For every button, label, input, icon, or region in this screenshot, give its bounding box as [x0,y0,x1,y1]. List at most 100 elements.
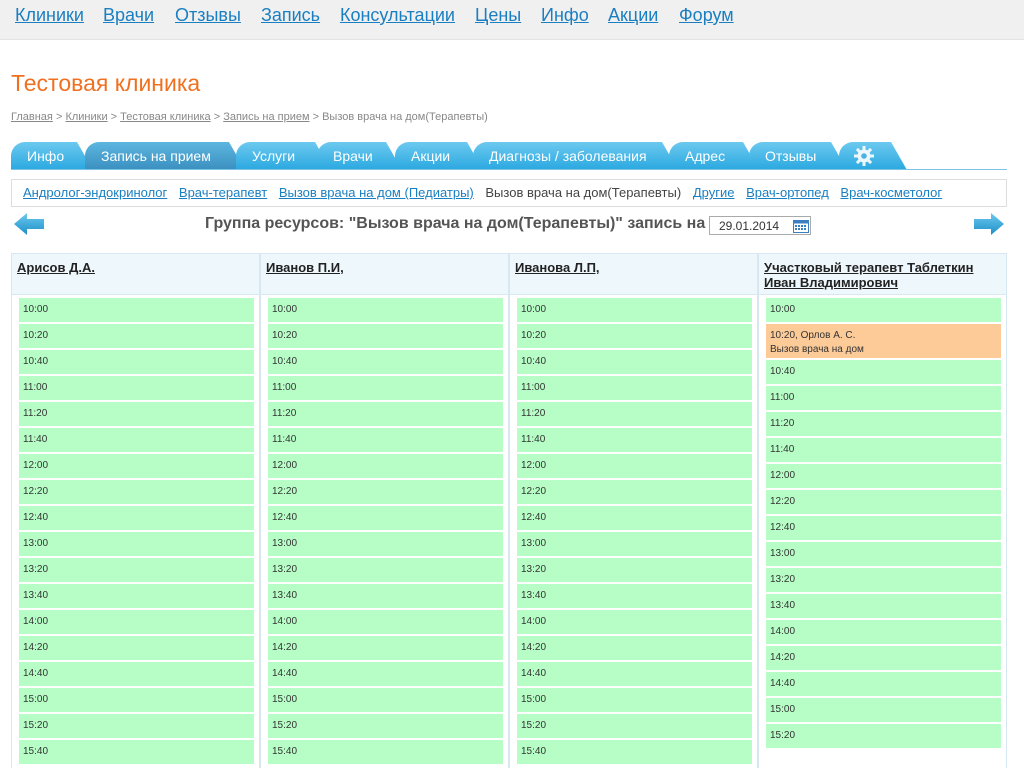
time-slot[interactable]: 14:40 [517,662,752,686]
time-slot[interactable]: 12:00 [517,454,752,478]
time-slot[interactable]: 12:40 [517,506,752,530]
time-slot[interactable]: 14:40 [766,672,1001,696]
nav-link-forum[interactable]: Форум [679,5,734,26]
time-slot[interactable]: 14:40 [268,662,503,686]
subnav-link-other[interactable]: Другие [693,185,735,200]
time-slot[interactable]: 12:40 [19,506,254,530]
time-slot[interactable]: 11:20 [517,402,752,426]
time-slot[interactable]: 12:20 [19,480,254,504]
time-slot[interactable]: 15:00 [766,698,1001,722]
time-slot[interactable]: 15:20 [517,714,752,738]
breadcrumb-link-clinics[interactable]: Клиники [65,111,107,123]
time-slot[interactable]: 11:40 [766,438,1001,462]
time-slot[interactable]: 10:00 [19,298,254,322]
time-slot[interactable]: 13:00 [268,532,503,556]
time-slot[interactable]: 11:20 [766,412,1001,436]
time-slot[interactable]: 14:20 [766,646,1001,670]
time-slot[interactable]: 14:00 [766,620,1001,644]
time-slot[interactable]: 11:20 [268,402,503,426]
doctor-name-link[interactable]: Участковый терапевт Таблеткин Иван Влади… [764,260,974,290]
tab-services[interactable]: Услуги [236,142,331,170]
time-slot[interactable]: 10:20 [268,324,503,348]
time-slot[interactable]: 10:40 [268,350,503,374]
time-slot[interactable]: 11:40 [517,428,752,452]
time-slot[interactable]: 10:20 [19,324,254,348]
time-slot[interactable]: 10:00 [268,298,503,322]
time-slot[interactable]: 11:00 [19,376,254,400]
subnav-link-therapist[interactable]: Врач-терапевт [179,185,267,200]
tab-doctors[interactable]: Врачи [317,142,402,170]
breadcrumb-link-appointment[interactable]: Запись на прием [223,111,309,123]
time-slot[interactable]: 10:00 [517,298,752,322]
time-slot[interactable]: 13:40 [19,584,254,608]
tab-reviews[interactable]: Отзывы [749,142,847,170]
time-slot[interactable]: 12:20 [517,480,752,504]
time-slot[interactable]: 15:40 [19,740,254,764]
time-slot[interactable]: 13:40 [766,594,1001,618]
time-slot[interactable]: 14:00 [19,610,254,634]
subnav-link-orthopedist[interactable]: Врач-ортопед [746,185,829,200]
time-slot[interactable]: 12:20 [766,490,1001,514]
nav-link-prices[interactable]: Цены [475,5,521,26]
time-slot[interactable]: 13:20 [19,558,254,582]
time-slot[interactable]: 12:20 [268,480,503,504]
time-slot[interactable]: 13:20 [766,568,1001,592]
time-slot[interactable]: 13:00 [766,542,1001,566]
nav-link-doctors[interactable]: Врачи [103,5,154,26]
time-slot[interactable]: 12:00 [268,454,503,478]
time-slot[interactable]: 13:20 [517,558,752,582]
time-slot[interactable]: 14:20 [517,636,752,660]
previous-day-arrow-icon[interactable] [14,212,44,236]
time-slot[interactable]: 12:40 [766,516,1001,540]
time-slot[interactable]: 14:00 [517,610,752,634]
time-slot[interactable]: 14:20 [19,636,254,660]
time-slot[interactable]: 15:00 [19,688,254,712]
subnav-link-andrologist[interactable]: Андролог-эндокринолог [23,185,167,200]
time-slot[interactable]: 12:40 [268,506,503,530]
nav-link-consultations[interactable]: Консультации [340,5,455,26]
time-slot[interactable]: 11:40 [19,428,254,452]
time-slot[interactable]: 13:40 [268,584,503,608]
time-slot[interactable]: 14:00 [268,610,503,634]
doctor-name-link[interactable]: Арисов Д.А. [17,260,95,275]
tab-address[interactable]: Адрес [669,142,759,170]
time-slot[interactable]: 11:20 [19,402,254,426]
time-slot[interactable]: 13:00 [517,532,752,556]
tab-diagnoses[interactable]: Диагнозы / заболевания [473,142,678,170]
time-slot[interactable]: 15:20 [19,714,254,738]
calendar-icon[interactable] [793,219,809,233]
time-slot[interactable]: 13:40 [517,584,752,608]
time-slot[interactable]: 15:20 [268,714,503,738]
time-slot[interactable]: 11:00 [517,376,752,400]
time-slot[interactable]: 15:00 [268,688,503,712]
tab-promotions[interactable]: Акции [395,142,483,170]
breadcrumb-link-clinic[interactable]: Тестовая клиника [120,111,211,123]
time-slot[interactable]: 14:20 [268,636,503,660]
time-slot[interactable]: 15:00 [517,688,752,712]
time-slot[interactable]: 13:20 [268,558,503,582]
time-slot[interactable]: 12:00 [19,454,254,478]
subnav-link-home-visit-pediatrics[interactable]: Вызов врача на дом (Педиатры) [279,185,474,200]
nav-link-promotions[interactable]: Акции [608,5,658,26]
nav-link-clinics[interactable]: Клиники [15,5,84,26]
time-slot[interactable]: 10:20 [517,324,752,348]
time-slot[interactable]: 14:40 [19,662,254,686]
time-slot[interactable]: 10:40 [517,350,752,374]
time-slot[interactable]: 11:40 [268,428,503,452]
time-slot[interactable]: 15:40 [517,740,752,764]
time-slot[interactable]: 11:00 [268,376,503,400]
time-slot[interactable]: 15:40 [268,740,503,764]
time-slot[interactable]: 10:40 [19,350,254,374]
tab-settings[interactable] [839,142,907,170]
nav-link-info[interactable]: Инфо [541,5,589,26]
time-slot[interactable]: 11:00 [766,386,1001,410]
time-slot[interactable]: 10:00 [766,298,1001,322]
tab-appointment[interactable]: Запись на прием [85,142,245,170]
next-day-arrow-icon[interactable] [974,212,1004,236]
doctor-name-link[interactable]: Иванов П.И, [266,260,344,275]
time-slot[interactable]: 12:00 [766,464,1001,488]
time-slot[interactable]: 10:40 [766,360,1001,384]
subnav-link-cosmetologist[interactable]: Врач-косметолог [840,185,942,200]
booked-time-slot[interactable]: 10:20, Орлов А. С. Вызов врача на дом [766,324,1001,358]
time-slot[interactable]: 13:00 [19,532,254,556]
